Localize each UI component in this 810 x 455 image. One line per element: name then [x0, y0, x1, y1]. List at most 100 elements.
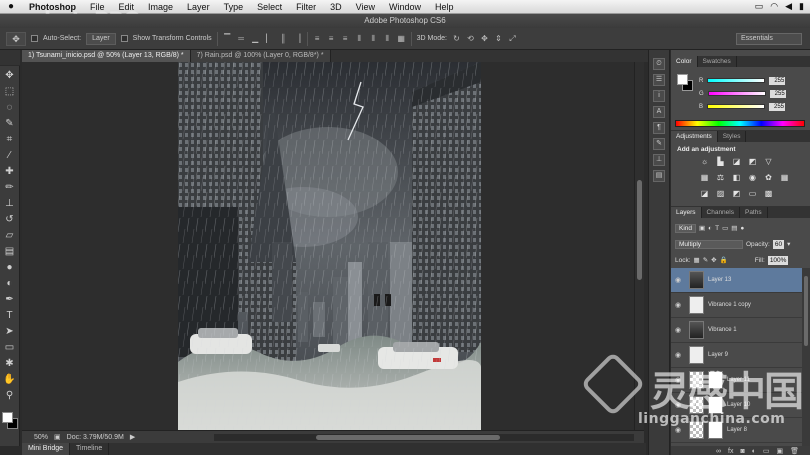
gradient-map-icon[interactable]: ▭	[747, 189, 758, 198]
eyedropper-tool-icon[interactable]: ⁄	[3, 148, 17, 163]
blue-value[interactable]: 255	[769, 102, 786, 111]
layer-row-vibrance-1-copy[interactable]: ◉ Vibrance 1 copy	[671, 293, 802, 318]
auto-align-icon[interactable]: ▦	[397, 34, 406, 43]
visibility-eye-icon[interactable]: ◉	[671, 276, 685, 284]
visibility-eye-icon[interactable]: ◉	[671, 426, 685, 434]
menu-3d[interactable]: 3D	[323, 2, 349, 12]
menu-select[interactable]: Select	[250, 2, 289, 12]
toolbar-collapse-button[interactable]	[0, 50, 20, 65]
quick-select-tool-icon[interactable]: ✎	[3, 116, 17, 131]
gradient-tool-icon[interactable]: ▤	[3, 244, 17, 259]
curves-icon[interactable]: ◪	[731, 157, 742, 166]
posterize-icon[interactable]: ▨	[715, 189, 726, 198]
filter-adjustment-icon[interactable]: ◐	[708, 225, 712, 232]
tab-swatches[interactable]: Swatches	[698, 56, 737, 67]
3d-roll-icon[interactable]: ⟲	[466, 34, 475, 43]
black-white-icon[interactable]: ◧	[731, 173, 742, 182]
brightness-contrast-icon[interactable]: ☼	[699, 157, 710, 166]
layers-scrollbar[interactable]	[802, 268, 810, 446]
new-group-icon[interactable]: ▭	[763, 447, 770, 455]
distribute-left-icon[interactable]: ⦀	[355, 34, 364, 43]
3d-tool-icon[interactable]: ✱	[3, 356, 17, 371]
wifi-icon[interactable]: ◠	[770, 1, 778, 12]
lock-image-icon[interactable]: ✎	[703, 256, 708, 264]
visibility-eye-icon[interactable]: ◉	[671, 301, 685, 309]
visibility-eye-icon[interactable]: ◉	[671, 351, 685, 359]
tab-color[interactable]: Color	[671, 56, 698, 67]
type-tool-icon[interactable]: T	[3, 308, 17, 323]
link-layers-icon[interactable]: ∞	[716, 448, 721, 455]
new-adjustment-icon[interactable]: ◐	[752, 448, 756, 455]
workspace-dropdown[interactable]: Essentials	[736, 33, 802, 45]
horizontal-scroll-thumb[interactable]	[316, 435, 500, 440]
selective-color-icon[interactable]: ▩	[763, 189, 774, 198]
visibility-eye-icon[interactable]: ◉	[671, 326, 685, 334]
channel-mixer-icon[interactable]: ✿	[763, 173, 774, 182]
dodge-tool-icon[interactable]: ◐	[3, 276, 17, 291]
delete-layer-icon[interactable]: 🗑	[790, 447, 799, 455]
tab-styles[interactable]: Styles	[718, 131, 747, 142]
tab-paths[interactable]: Paths	[740, 207, 768, 218]
red-value[interactable]: 255	[769, 76, 786, 85]
battery-icon[interactable]: ▮	[799, 1, 804, 12]
zoom-level[interactable]: 50%	[34, 434, 48, 441]
volume-icon[interactable]: ◀	[785, 1, 792, 12]
tab-mini-bridge[interactable]: Mini Bridge	[22, 443, 71, 455]
properties-panel-icon[interactable]: ☰	[653, 74, 665, 86]
layer-row-layer-8[interactable]: ◉ Layer 8	[671, 418, 802, 443]
color-lookup-icon[interactable]: ▦	[779, 173, 790, 182]
paragraph-panel-icon[interactable]: ¶	[653, 122, 665, 134]
tab-tsunami-inicio[interactable]: 1) Tsunami_inicio.psd @ 50% (Layer 13, R…	[22, 50, 191, 62]
layer-row-layer-13[interactable]: ◉ Layer 13	[671, 268, 802, 293]
opacity-arrow-icon[interactable]: ▾	[787, 240, 790, 248]
layers-scroll-thumb[interactable]	[804, 276, 808, 346]
shape-tool-icon[interactable]: ▭	[3, 340, 17, 355]
opacity-input[interactable]: 60	[772, 239, 785, 249]
filter-shape-icon[interactable]: ▭	[722, 224, 728, 232]
align-left-icon[interactable]: ▏	[265, 34, 274, 43]
brush-tool-icon[interactable]: ✏	[3, 180, 17, 195]
clone-source-panel-icon[interactable]: ⊥	[653, 154, 665, 166]
tab-layers[interactable]: Layers	[671, 207, 702, 218]
auto-select-checkbox[interactable]	[31, 35, 38, 42]
exposure-icon[interactable]: ◩	[747, 157, 758, 166]
3d-slide-icon[interactable]: ⇕	[494, 34, 503, 43]
photo-filter-icon[interactable]: ◉	[747, 173, 758, 182]
add-mask-icon[interactable]: ◙	[740, 448, 744, 455]
distribute-top-icon[interactable]: ≡	[313, 34, 322, 43]
distribute-vcenter-icon[interactable]: ≡	[327, 34, 336, 43]
layer-row-vibrance-1[interactable]: ◉ Vibrance 1	[671, 318, 802, 343]
3d-scale-icon[interactable]: ⤢	[508, 34, 517, 43]
distribute-bottom-icon[interactable]: ≡	[341, 34, 350, 43]
layer-style-icon[interactable]: fx	[728, 448, 733, 455]
vertical-scroll-thumb[interactable]	[637, 180, 642, 280]
menu-layer[interactable]: Layer	[180, 2, 217, 12]
layer-kind-filter[interactable]: Kind	[675, 223, 697, 233]
green-slider[interactable]	[707, 91, 766, 96]
path-select-tool-icon[interactable]: ➤	[3, 324, 17, 339]
show-transform-checkbox[interactable]	[120, 35, 128, 42]
status-menu-icon[interactable]: ▣	[54, 433, 61, 441]
tab-timeline[interactable]: Timeline	[70, 443, 110, 455]
layer-row-layer-11[interactable]: ◉ Layer 11	[671, 368, 802, 393]
crop-tool-icon[interactable]: ⌗	[3, 132, 17, 147]
align-right-icon[interactable]: ▕	[293, 34, 302, 43]
menu-type[interactable]: Type	[217, 2, 251, 12]
color-spectrum-bar[interactable]	[675, 120, 805, 127]
fill-input[interactable]: 100%	[767, 255, 789, 265]
move-tool-preset-icon[interactable]: ✥	[6, 31, 26, 46]
filter-toggle-icon[interactable]: ●	[740, 225, 744, 232]
canvas-vertical-scrollbar[interactable]	[634, 62, 644, 430]
healing-brush-tool-icon[interactable]: ✚	[3, 164, 17, 179]
menu-filter[interactable]: Filter	[289, 2, 323, 12]
clone-stamp-tool-icon[interactable]: ⊥	[3, 196, 17, 211]
visibility-eye-icon[interactable]: ◉	[671, 401, 685, 409]
document-canvas[interactable]	[22, 62, 644, 430]
zoom-tool-icon[interactable]: ⚲	[3, 388, 17, 403]
menu-window[interactable]: Window	[382, 2, 428, 12]
marquee-tool-icon[interactable]: ⬚	[3, 84, 17, 99]
blur-tool-icon[interactable]: ●	[3, 260, 17, 275]
new-layer-icon[interactable]: ▣	[777, 447, 784, 455]
tab-adjustments[interactable]: Adjustments	[671, 131, 718, 142]
vibrance-icon[interactable]: ▽	[763, 157, 774, 166]
